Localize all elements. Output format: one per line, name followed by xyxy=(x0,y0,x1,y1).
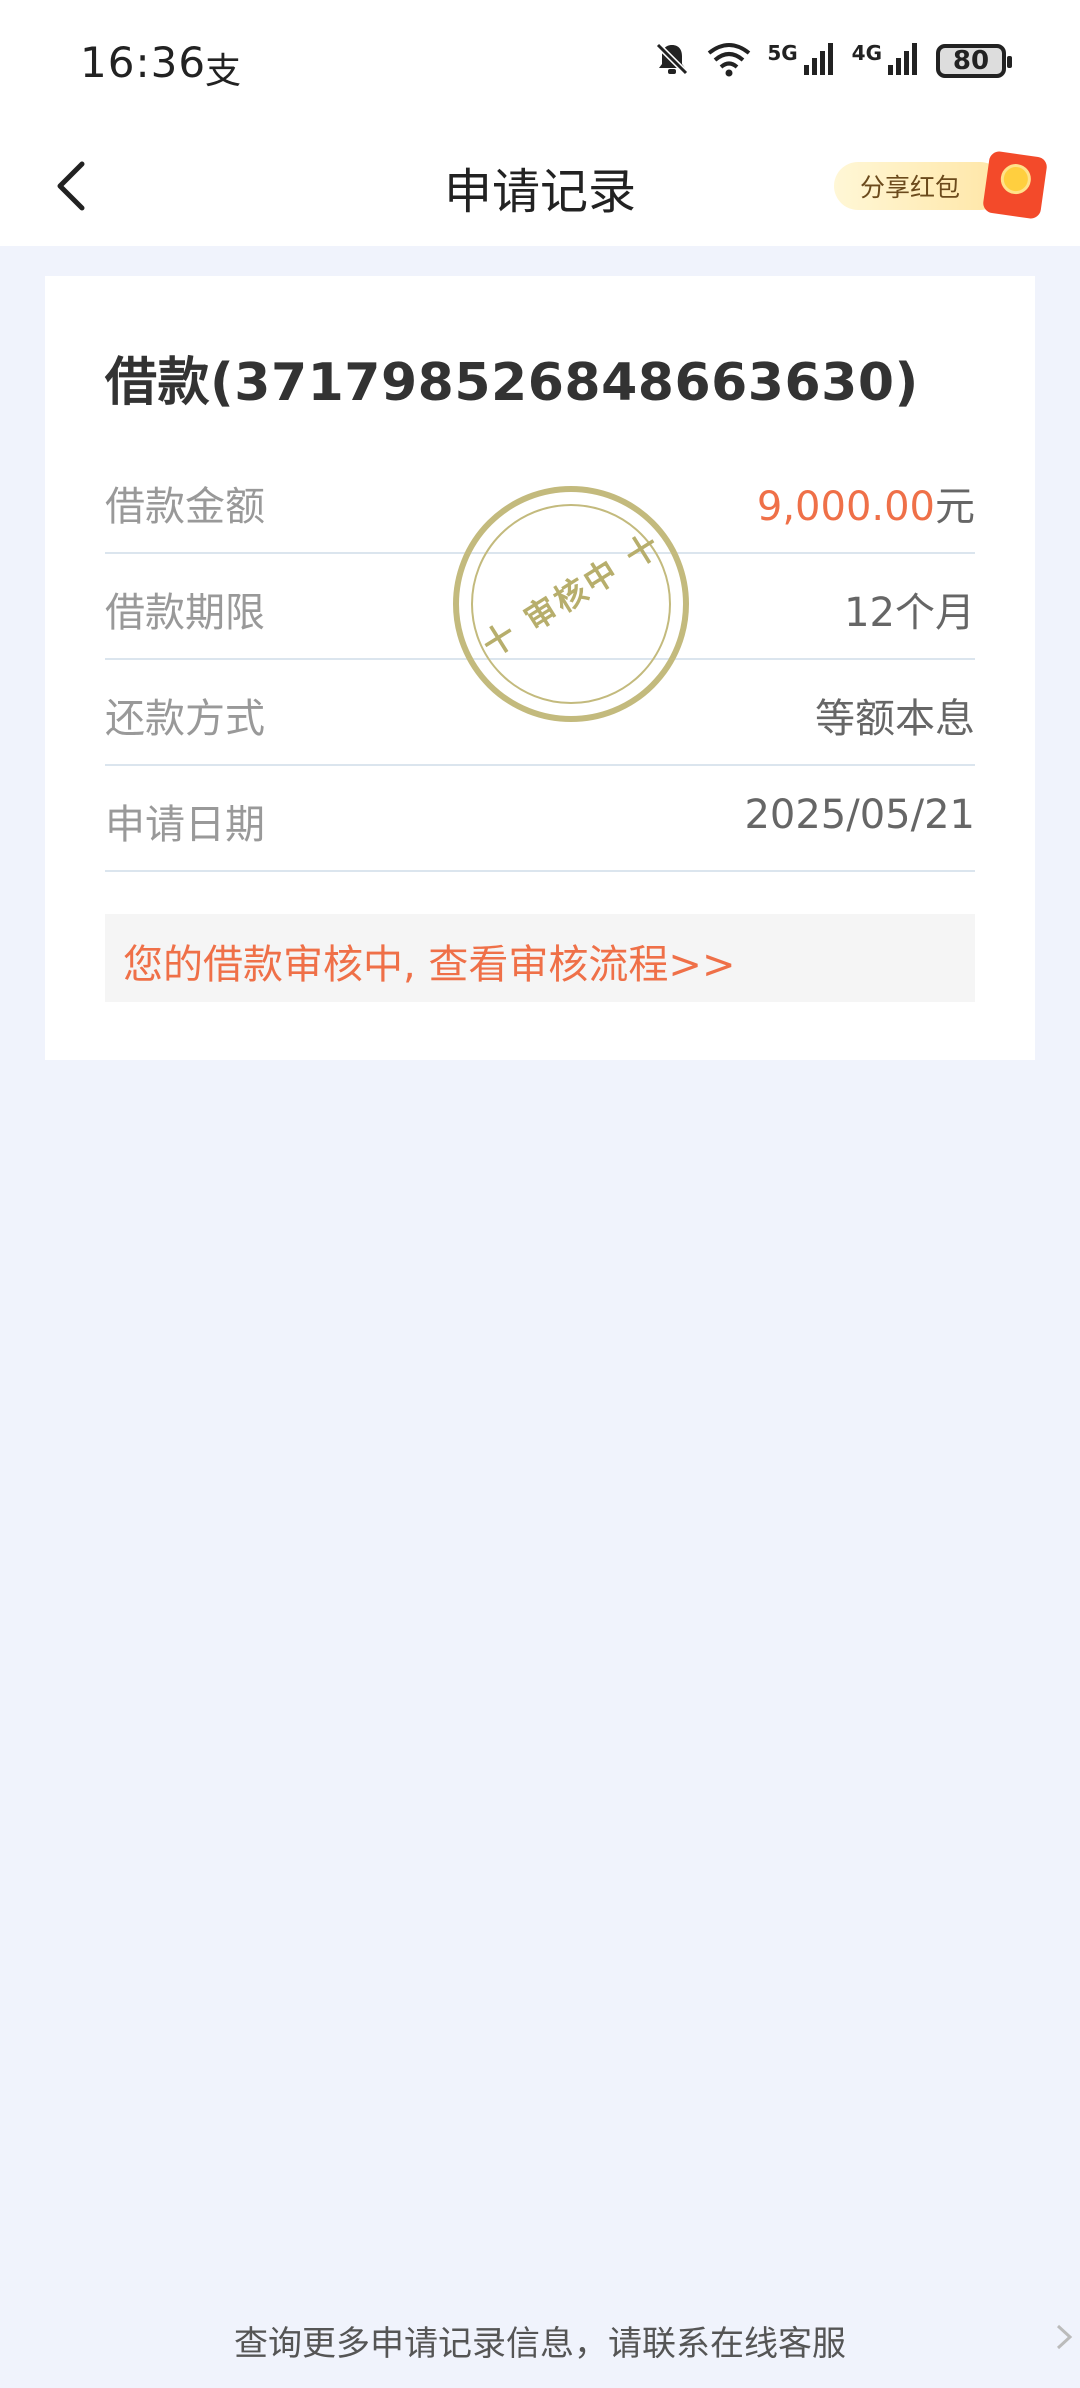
nav-bar: 申请记录 分享红包 xyxy=(0,130,1080,246)
detail-label: 借款金额 xyxy=(105,484,265,530)
detail-row-date: 申请日期 2025/05/21 xyxy=(105,766,975,872)
customer-service-note[interactable]: 查询更多申请记录信息，请联系在线客服 xyxy=(0,2316,1080,2365)
detail-label: 借款期限 xyxy=(105,590,265,636)
coin-icon xyxy=(998,162,1033,196)
status-bar: 16:36 支 5G 4G 80 xyxy=(0,0,1080,130)
loan-amount-value: 9,000.00元 xyxy=(757,474,975,532)
signal-5g-icon xyxy=(802,41,836,81)
loan-amount-unit: 元 xyxy=(935,484,975,530)
network-4g-label: 4G xyxy=(851,41,882,65)
signal-4g-icon xyxy=(886,41,920,81)
chevron-right-icon xyxy=(1056,2324,1073,2350)
alipay-icon: 支 xyxy=(205,51,242,92)
status-time: 16:36 xyxy=(80,38,207,87)
repayment-method-value: 等额本息 xyxy=(815,696,975,742)
under-review-stamp: 十 审核中 十 xyxy=(453,486,689,722)
review-process-link[interactable]: 您的借款审核中, 查看审核流程>> xyxy=(123,932,735,990)
detail-label: 还款方式 xyxy=(105,696,265,742)
bell-muted-icon xyxy=(653,40,691,82)
network-5g-label: 5G xyxy=(767,41,798,65)
detail-label: 申请日期 xyxy=(105,802,265,848)
status-icons: 5G 4G 80 xyxy=(653,40,1012,82)
review-process-banner[interactable]: 您的借款审核中, 查看审核流程>> xyxy=(105,914,975,1002)
battery-icon: 80 xyxy=(936,44,1012,78)
wifi-icon xyxy=(707,41,751,81)
loan-amount-number: 9,000.00 xyxy=(756,484,935,530)
loan-record-card: 借款(371798526848663630) 借款金额 9,000.00元 借款… xyxy=(45,276,1035,1060)
share-redpack-label: 分享红包 xyxy=(834,162,1004,210)
share-redpack-button[interactable]: 分享红包 xyxy=(834,150,1049,220)
apply-date-value: 2025/05/21 xyxy=(744,792,975,838)
loan-term-value: 12个月 xyxy=(844,590,975,636)
red-envelope-icon xyxy=(981,150,1049,220)
loan-record-title: 借款(371798526848663630) xyxy=(105,353,919,413)
